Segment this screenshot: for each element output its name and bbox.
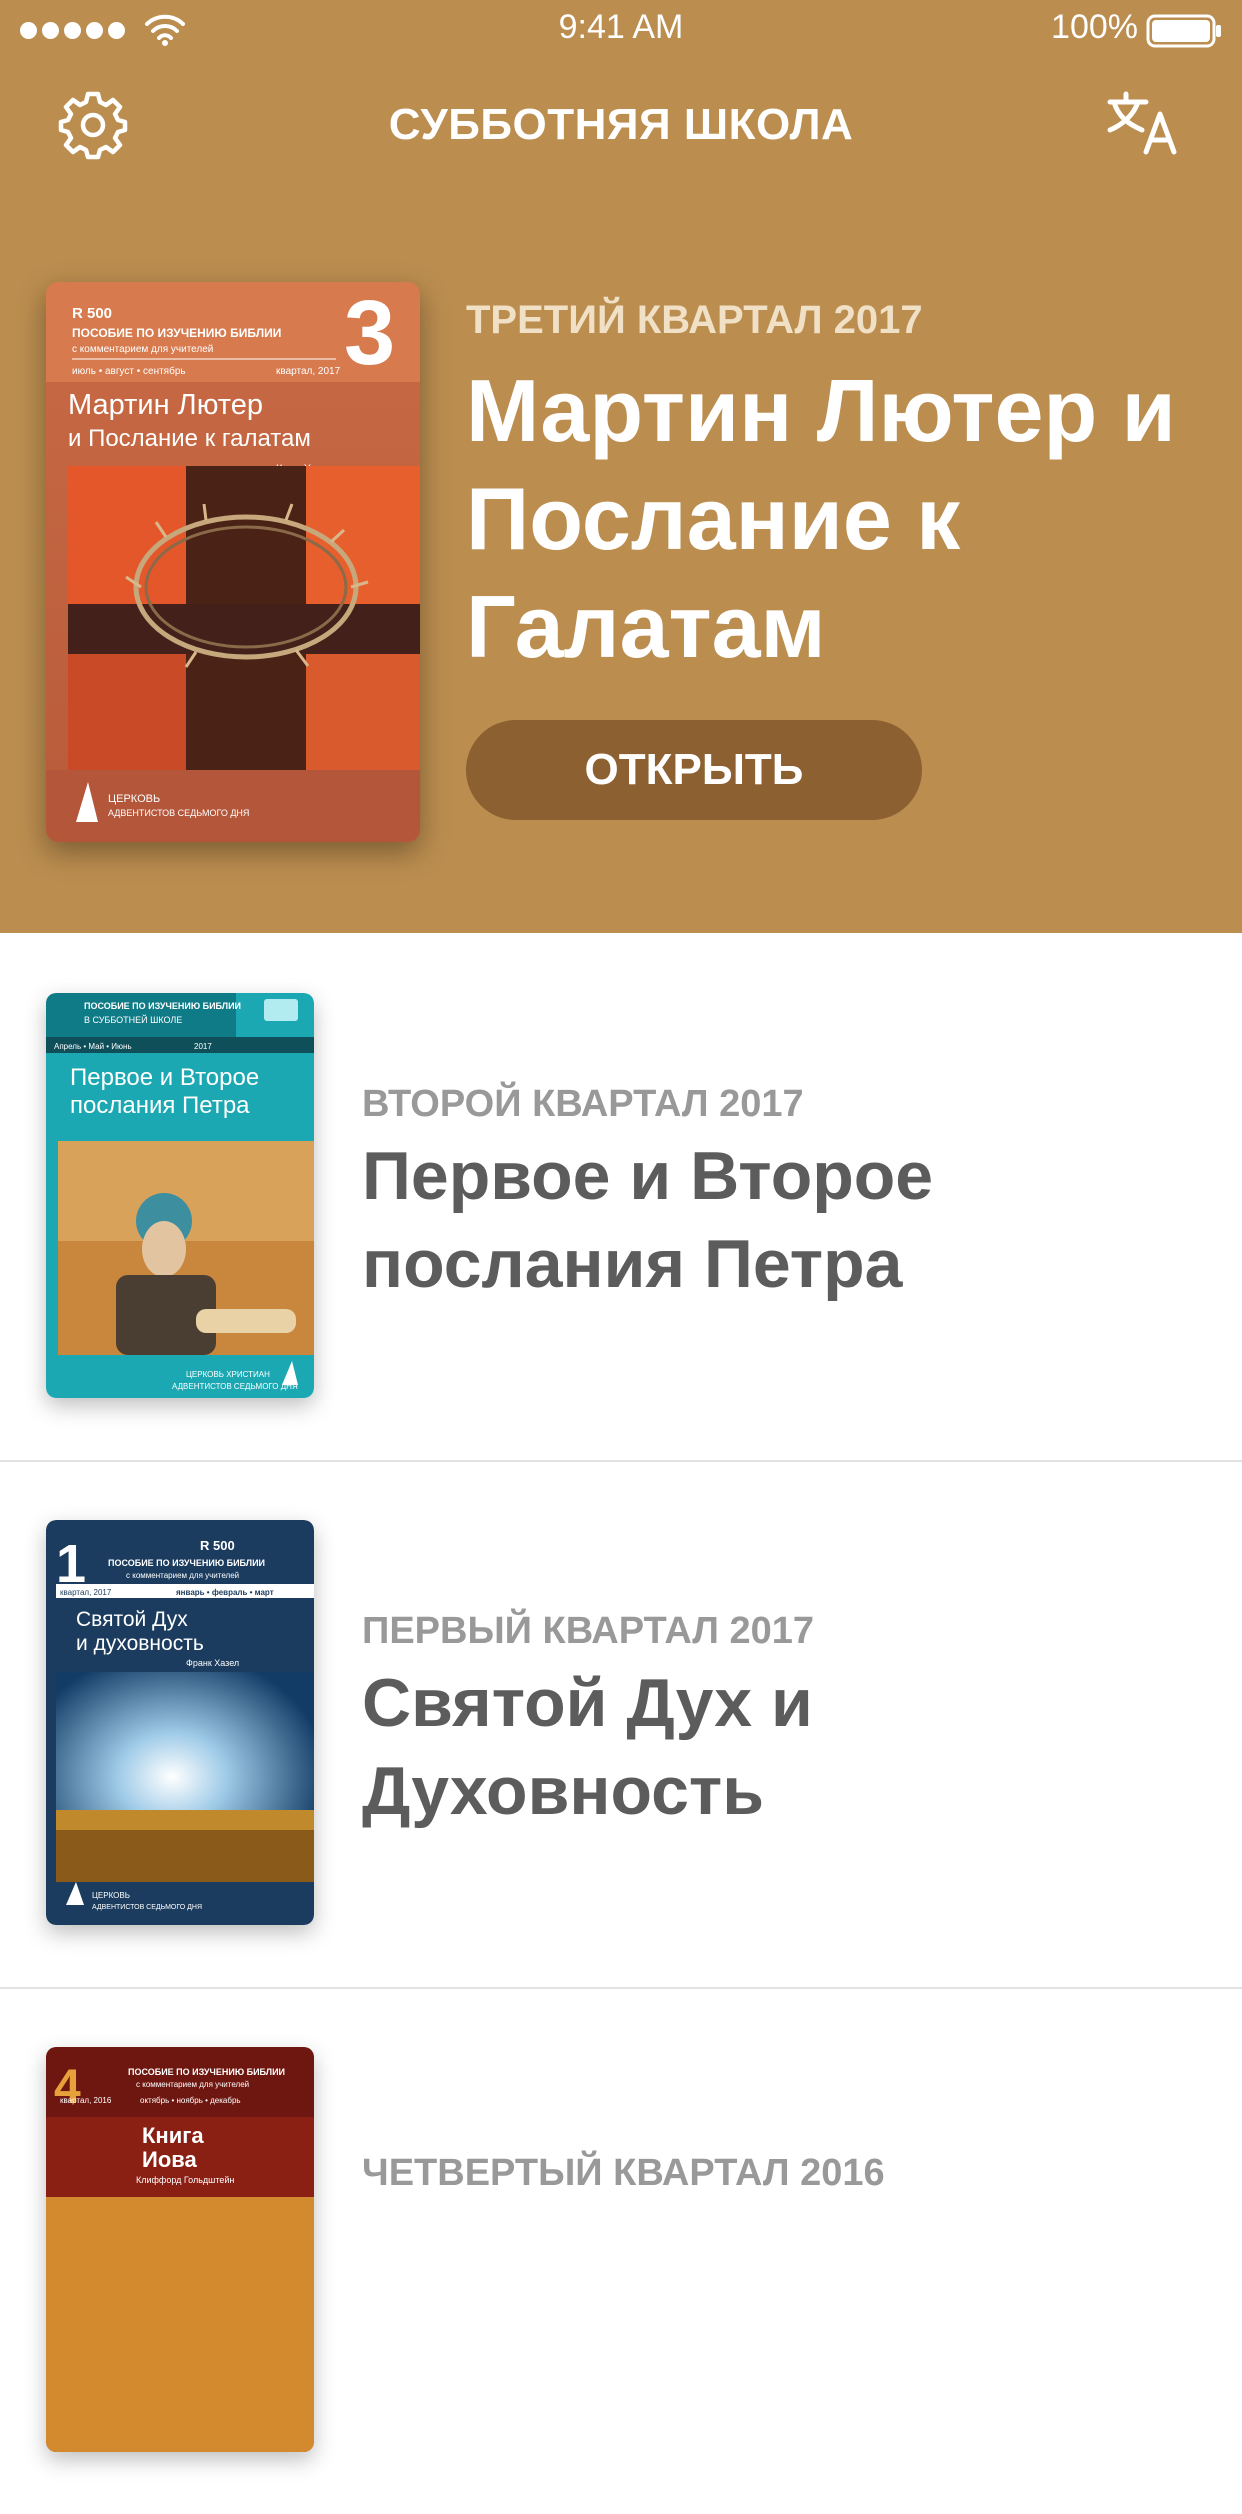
quarterly-text: ПЕРВЫЙ КВАРТАЛ 2017 Святой Дух и Духовно… <box>362 1610 1222 1835</box>
quarterly-title: Первое и Второе послания Петра <box>362 1138 934 1302</box>
cover-label: с комментарием для учителей <box>72 344 213 355</box>
cover-title: Первое и Второе <box>70 1064 259 1091</box>
quarterly-row[interactable]: 4 ПОСОБИЕ ПО ИЗУЧЕНИЮ БИБЛИИ с комментар… <box>0 1987 1242 2514</box>
cover-footer: ЦЕРКОВЬ <box>92 1891 130 1900</box>
status-bar: 9:41 AM 100% <box>0 0 1242 60</box>
featured-hero: 9:41 AM 100% СУББОТНЯЯ ШКОЛА R 500 ПОСОБ… <box>0 0 1242 933</box>
quarterly-row[interactable]: 1 R 500 ПОСОБИЕ ПО ИЗУЧЕНИЮ БИБЛИИ с ком… <box>0 1460 1242 1989</box>
featured-info: ТРЕТИЙ КВАРТАЛ 2017 Мартин Лютер и Посла… <box>466 298 1226 681</box>
featured-cover-image[interactable]: R 500 ПОСОБИЕ ПО ИЗУЧЕНИЮ БИБЛИИ с комме… <box>46 282 420 842</box>
svg-text:R 500: R 500 <box>72 305 112 322</box>
cover-label: с комментарием для учителей <box>126 1571 239 1580</box>
cover-title: Мартин Лютер <box>68 389 263 421</box>
quarterly-row[interactable]: ПОСОБИЕ ПО ИЗУЧЕНИЮ БИБЛИИ В СУББОТНЕЙ Ш… <box>0 933 1242 1462</box>
cover-label: Апрель • Май • Июнь <box>54 1042 132 1051</box>
quarterly-title: Святой Дух и Духовность <box>362 1665 813 1829</box>
quarterly-quarter-label: ПЕРВЫЙ КВАРТАЛ 2017 <box>362 1610 815 1652</box>
cover-title: послания Петра <box>70 1092 250 1119</box>
cover-title: Святой Дух <box>76 1608 188 1631</box>
quarterly-quarter-label: ВТОРОЙ КВАРТАЛ 2017 <box>362 1083 804 1125</box>
cover-author: Клиффорд Гольдштейн <box>136 2175 234 2185</box>
cover-footer: АДВЕНТИСТОВ СЕДЬМОГО ДНЯ <box>92 1904 202 1911</box>
cover-label: В СУББОТНЕЙ ШКОЛЕ <box>84 1014 182 1025</box>
cover-label: с комментарием для учителей <box>136 2080 249 2089</box>
cover-label: квартал, 2016 <box>60 2096 112 2105</box>
cover-label: квартал, 2017 <box>60 1588 112 1597</box>
cover-title: Иова <box>142 2147 197 2172</box>
cover-footer: АДВЕНТИСТОВ СЕДЬМОГО ДНЯ <box>108 808 249 818</box>
cover-number: 3 <box>344 282 395 384</box>
cover-label: октябрь • ноябрь • декабрь <box>140 2096 241 2105</box>
cover-label: январь • февраль • март <box>176 1588 274 1597</box>
battery-percentage: 100% <box>1051 8 1138 46</box>
quarterly-quarter-label: ЧЕТВЕРТЫЙ КВАРТАЛ 2016 <box>362 2152 885 2194</box>
cover-number: 4 <box>54 2061 81 2114</box>
featured-quarter-label: ТРЕТИЙ КВАРТАЛ 2017 <box>466 298 923 342</box>
battery-icon <box>1146 14 1221 48</box>
cover-title: и духовность <box>76 1632 204 1655</box>
cover-footer: АДВЕНТИСТОВ СЕДЬМОГО ДНЯ <box>172 1382 298 1391</box>
cover-label: ПОСОБИЕ ПО ИЗУЧЕНИЮ БИБЛИИ <box>72 326 281 340</box>
featured-title[interactable]: Мартин Лютер и Послание к Галатам <box>466 357 1226 681</box>
quarterly-cover-image[interactable]: 1 R 500 ПОСОБИЕ ПО ИЗУЧЕНИЮ БИБЛИИ с ком… <box>46 1520 314 1925</box>
svg-text:R 500: R 500 <box>200 1538 235 1553</box>
cover-label: июль • август • сентябрь <box>72 365 186 377</box>
quarterly-text: ЧЕТВЕРТЫЙ КВАРТАЛ 2016 <box>362 2152 1222 2201</box>
cover-footer: ЦЕРКОВЬ ХРИСТИАН <box>186 1370 270 1379</box>
quarterly-text: ВТОРОЙ КВАРТАЛ 2017 Первое и Второе посл… <box>362 1083 1222 1308</box>
quarterly-cover-image[interactable]: 4 ПОСОБИЕ ПО ИЗУЧЕНИЮ БИБЛИИ с комментар… <box>46 2047 314 2452</box>
cover-title: Книга <box>142 2123 204 2148</box>
app-title: СУББОТНЯЯ ШКОЛА <box>388 100 854 149</box>
translate-icon[interactable] <box>1106 90 1184 156</box>
cover-author: Франк Хазел <box>186 1658 239 1668</box>
cover-label: 2017 <box>194 1042 212 1051</box>
quarterly-cover-image[interactable]: ПОСОБИЕ ПО ИЗУЧЕНИЮ БИБЛИИ В СУББОТНЕЙ Ш… <box>46 993 314 1398</box>
cover-title: и Послание к галатам <box>68 425 311 452</box>
cover-label: квартал, 2017 <box>276 366 341 377</box>
cover-label: ПОСОБИЕ ПО ИЗУЧЕНИЮ БИБЛИИ <box>108 1558 265 1568</box>
cover-label: ПОСОБИЕ ПО ИЗУЧЕНИЮ БИБЛИИ <box>84 1001 241 1011</box>
cover-label: ПОСОБИЕ ПО ИЗУЧЕНИЮ БИБЛИИ <box>128 2067 285 2077</box>
cover-footer: ЦЕРКОВЬ <box>108 793 160 805</box>
open-button[interactable]: ОТКРЫТЬ <box>466 720 922 820</box>
